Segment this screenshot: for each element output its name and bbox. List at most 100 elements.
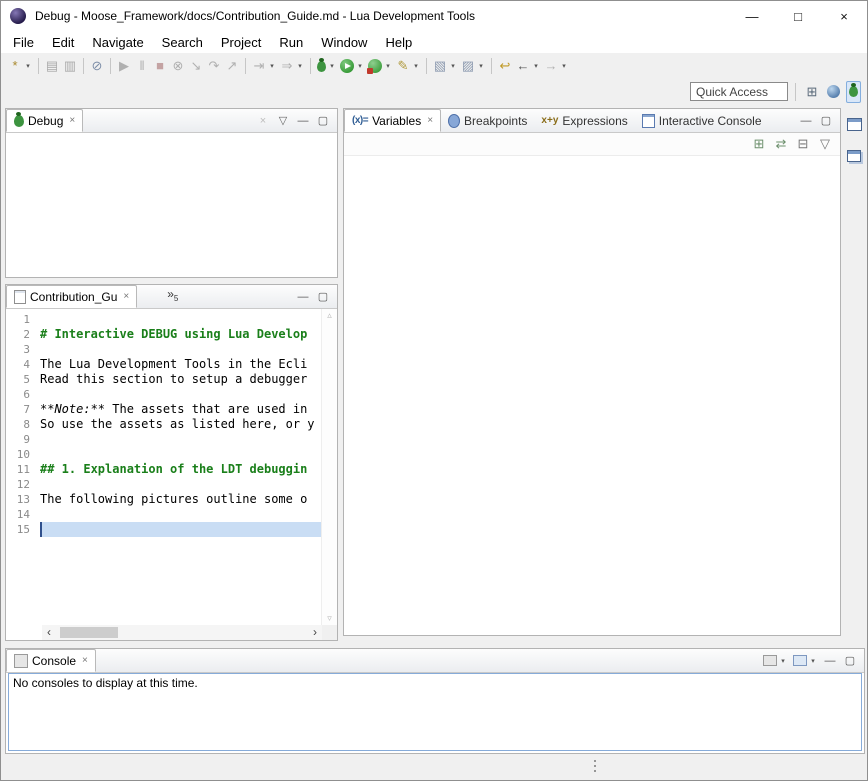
scroll-down-icon[interactable]: ▿	[322, 613, 337, 624]
maximize-button[interactable]: ▢	[817, 110, 835, 132]
code-text[interactable]	[40, 432, 322, 447]
new-wizard-button[interactable]: *▾	[6, 55, 34, 77]
step-into-button[interactable]: ↘	[187, 55, 205, 77]
line-number[interactable]: 2	[6, 327, 40, 342]
editor-line[interactable]: 1	[6, 312, 322, 327]
dropdown-arrow-icon[interactable]: ▾	[328, 62, 336, 70]
code-text[interactable]: **Note:** The assets that are used in	[40, 402, 322, 417]
dropdown-arrow-icon[interactable]: ▾	[477, 62, 485, 70]
collapse-all-button[interactable]: ⊟	[794, 133, 812, 155]
menu-edit[interactable]: Edit	[43, 33, 83, 52]
code-text[interactable]: The Lua Development Tools in the Ecli	[40, 357, 322, 372]
forward-button[interactable]: →▾	[542, 55, 570, 77]
menu-navigate[interactable]: Navigate	[83, 33, 152, 52]
editor-line[interactable]: 12	[6, 477, 322, 492]
debug-perspective-button[interactable]	[846, 81, 861, 103]
editor-line[interactable]: 11## 1. Explanation of the LDT debuggin	[6, 462, 322, 477]
dropdown-arrow-icon[interactable]: ▾	[560, 62, 568, 70]
display-selected-console-button[interactable]: ▾	[761, 650, 789, 672]
editor-line[interactable]: 9	[6, 432, 322, 447]
tab-console[interactable]: Console×	[6, 649, 96, 672]
minimize-button[interactable]: —	[797, 110, 815, 132]
editor-text-area[interactable]: 12# Interactive DEBUG using Lua Develop3…	[6, 309, 322, 625]
code-text[interactable]	[40, 312, 322, 327]
close-icon[interactable]: ×	[123, 291, 129, 302]
close-icon[interactable]: ×	[427, 115, 433, 126]
tab-debug[interactable]: Debug×	[6, 109, 83, 132]
editor-line[interactable]: 7**Note:** The assets that are used in	[6, 402, 322, 417]
line-number[interactable]: 6	[6, 387, 40, 402]
scrollbar-thumb[interactable]	[60, 627, 118, 638]
menu-window[interactable]: Window	[312, 33, 376, 52]
line-number[interactable]: 5	[6, 372, 40, 387]
open-perspective-button[interactable]: ⊞	[803, 81, 821, 103]
skip-all-breakpoints-button[interactable]: ⊘	[88, 55, 106, 77]
view-menu-button[interactable]: ▽	[274, 110, 292, 132]
tab-variables[interactable]: (x)=Variables×	[344, 109, 441, 132]
line-number[interactable]: 3	[6, 342, 40, 357]
dropdown-arrow-icon[interactable]: ▾	[24, 62, 32, 70]
tab-expressions[interactable]: x+yExpressions	[534, 109, 634, 132]
back-button[interactable]: ←▾	[514, 55, 542, 77]
resume-button[interactable]: ▶	[115, 55, 133, 77]
minimized-view-button-1[interactable]	[845, 113, 864, 135]
editor-line[interactable]: 13The following pictures outline some o	[6, 492, 322, 507]
scroll-right-icon[interactable]: ›	[308, 626, 322, 639]
code-text[interactable]	[40, 447, 322, 462]
line-number[interactable]: 1	[6, 312, 40, 327]
close-icon[interactable]: ×	[82, 655, 88, 666]
editor-horizontal-scrollbar[interactable]: ‹ ›	[42, 625, 322, 640]
dropdown-arrow-icon[interactable]: ▾	[268, 62, 276, 70]
menu-file[interactable]: File	[4, 33, 43, 52]
save-all-button[interactable]: ▥	[61, 55, 79, 77]
step-over-button[interactable]: ↷	[205, 55, 223, 77]
terminate-button[interactable]: ■	[151, 55, 169, 77]
dropdown-arrow-icon[interactable]: ▾	[412, 62, 420, 70]
line-number[interactable]: 15	[6, 522, 40, 537]
line-number[interactable]: 11	[6, 462, 40, 477]
new-lua-project-button[interactable]: ▧▾	[431, 55, 459, 77]
editor-line[interactable]: 10	[6, 447, 322, 462]
console-content[interactable]: No consoles to display at this time.	[8, 673, 862, 751]
line-number[interactable]: 8	[6, 417, 40, 432]
editor-line[interactable]: 6	[6, 387, 322, 402]
disconnect-button[interactable]: ⊗	[169, 55, 187, 77]
debug-button[interactable]: ▾	[315, 55, 338, 77]
minimize-button[interactable]: —	[294, 110, 312, 132]
tab-breakpoints[interactable]: Breakpoints	[441, 109, 534, 132]
maximize-button[interactable]: ▢	[314, 110, 332, 132]
code-text[interactable]: # Interactive DEBUG using Lua Develop	[40, 327, 322, 342]
close-icon[interactable]: ×	[69, 115, 75, 126]
dropdown-arrow-icon[interactable]: ▾	[449, 62, 457, 70]
lua-perspective-button[interactable]	[825, 81, 842, 103]
menu-project[interactable]: Project	[212, 33, 270, 52]
menu-run[interactable]: Run	[270, 33, 312, 52]
menu-search[interactable]: Search	[153, 33, 212, 52]
step-return-button[interactable]: ↗	[223, 55, 241, 77]
scroll-left-icon[interactable]: ‹	[42, 626, 56, 639]
code-text[interactable]	[40, 387, 322, 402]
maximize-button[interactable]: ▢	[841, 650, 859, 672]
last-edit-location-button[interactable]: ↩	[496, 55, 514, 77]
dropdown-arrow-icon[interactable]: ▾	[384, 62, 392, 70]
external-tools-button[interactable]: ✎▾	[394, 55, 422, 77]
line-number[interactable]: 4	[6, 357, 40, 372]
dropdown-arrow-icon[interactable]: ▾	[779, 657, 787, 665]
close-window-button[interactable]: ×	[821, 1, 867, 31]
line-number[interactable]: 7	[6, 402, 40, 417]
code-text[interactable]: So use the assets as listed here, or y	[40, 417, 322, 432]
minimize-button[interactable]: —	[294, 286, 312, 308]
maximize-button[interactable]: ▢	[314, 286, 332, 308]
line-number[interactable]: 9	[6, 432, 40, 447]
save-button[interactable]: ▤	[43, 55, 61, 77]
show-logical-structures-button[interactable]: ⇄	[772, 133, 790, 155]
step-filters-button[interactable]: ⇥▾	[250, 55, 278, 77]
new-lua-file-button[interactable]: ▨▾	[459, 55, 487, 77]
hidden-editors-indicator[interactable]: » 5	[167, 285, 178, 308]
minimize-button[interactable]: —	[821, 650, 839, 672]
show-type-names-button[interactable]: ⊞	[750, 133, 768, 155]
view-menu-button[interactable]: ▽	[816, 133, 834, 155]
maximize-window-button[interactable]: □	[775, 1, 821, 31]
run-to-line-button[interactable]: ⇒▾	[278, 55, 306, 77]
line-number[interactable]: 10	[6, 447, 40, 462]
